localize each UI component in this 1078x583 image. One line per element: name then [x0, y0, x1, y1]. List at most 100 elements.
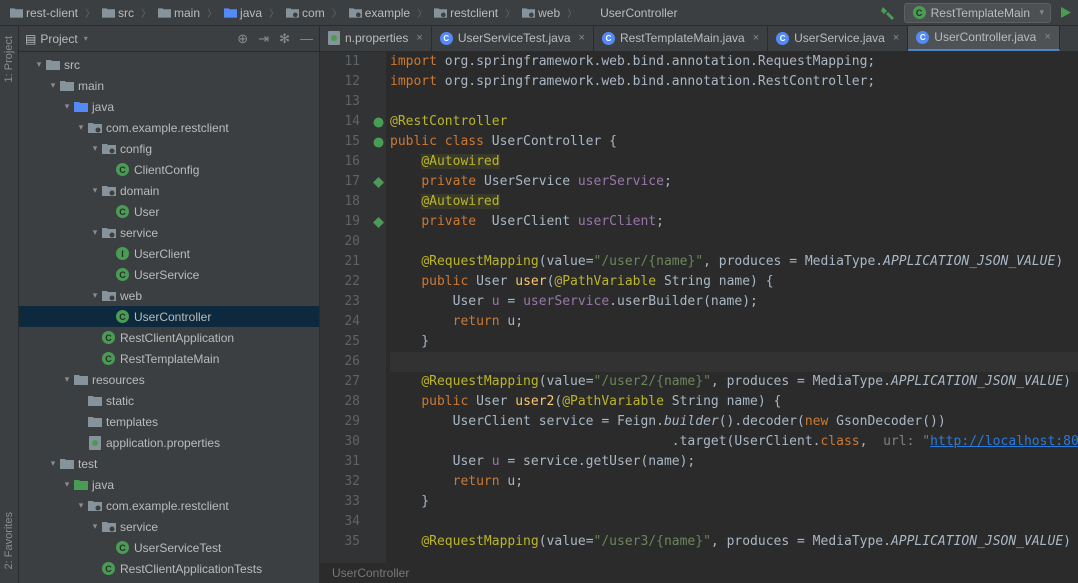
- code-line[interactable]: return u;: [390, 312, 1078, 332]
- tree-arrow-icon[interactable]: ▾: [33, 59, 45, 70]
- breadcrumb-class[interactable]: UserController: [332, 566, 409, 580]
- tree-node[interactable]: ▾main: [19, 75, 319, 96]
- tree-node[interactable]: ▾web: [19, 285, 319, 306]
- tree-node[interactable]: CRestClientApplicationTests: [19, 558, 319, 579]
- breadcrumb-item[interactable]: main: [154, 5, 204, 21]
- editor-tab[interactable]: CUserServiceTest.java×: [432, 26, 594, 51]
- code-editor[interactable]: 1112131415161718192021222324252627282930…: [320, 52, 1078, 583]
- breadcrumb-item[interactable]: java: [220, 5, 266, 21]
- code-line[interactable]: [390, 232, 1078, 252]
- gutter-mark[interactable]: [370, 172, 386, 192]
- tree-node[interactable]: CUserServiceTest: [19, 537, 319, 558]
- tree-arrow-icon[interactable]: ▾: [89, 185, 101, 196]
- tree-node[interactable]: ▾java: [19, 96, 319, 117]
- code-line[interactable]: @Autowired: [390, 152, 1078, 172]
- breadcrumb-item[interactable]: web: [518, 5, 564, 21]
- run-config-dropdown[interactable]: CRestTemplateMain: [904, 3, 1051, 23]
- tree-arrow-icon[interactable]: ▾: [89, 227, 101, 238]
- close-icon[interactable]: ×: [579, 32, 585, 44]
- locate-icon[interactable]: ⊕: [237, 31, 248, 47]
- tree-node[interactable]: CUserController: [19, 306, 319, 327]
- code-line[interactable]: @RestController: [390, 112, 1078, 132]
- tree-node[interactable]: CRestTemplateMain: [19, 348, 319, 369]
- code-line[interactable]: return u;: [390, 472, 1078, 492]
- code-line[interactable]: User u = userService.userBuilder(name);: [390, 292, 1078, 312]
- tree-node[interactable]: ▾service: [19, 222, 319, 243]
- tree-node[interactable]: CUser: [19, 201, 319, 222]
- code-line[interactable]: public User user2(@PathVariable String n…: [390, 392, 1078, 412]
- tree-node[interactable]: ▾service: [19, 516, 319, 537]
- tree-node[interactable]: ▾src: [19, 54, 319, 75]
- editor-tab[interactable]: CRestTemplateMain.java×: [594, 26, 768, 51]
- tree-node[interactable]: static: [19, 390, 319, 411]
- code-line[interactable]: import org.springframework.web.bind.anno…: [390, 72, 1078, 92]
- favorites-tool-tab[interactable]: 2: Favorites: [3, 506, 15, 575]
- tree-node[interactable]: ▾domain: [19, 180, 319, 201]
- tree-arrow-icon[interactable]: ▾: [75, 500, 87, 511]
- code-line[interactable]: private UserClient userClient;: [390, 212, 1078, 232]
- project-view-selector[interactable]: ▤ Project: [25, 32, 88, 46]
- breadcrumb-item[interactable]: src: [98, 5, 138, 21]
- project-tree[interactable]: ▾src▾main▾java▾com.example.restclient▾co…: [19, 52, 319, 583]
- code-line[interactable]: @Autowired: [390, 192, 1078, 212]
- tree-arrow-icon[interactable]: ▾: [75, 122, 87, 133]
- tree-node[interactable]: templates: [19, 411, 319, 432]
- tree-node[interactable]: ▾com.example.restclient: [19, 117, 319, 138]
- collapse-icon[interactable]: ⇥: [258, 31, 269, 47]
- tree-arrow-icon[interactable]: ▾: [61, 101, 73, 112]
- code-line[interactable]: private UserService userService;: [390, 172, 1078, 192]
- code-line[interactable]: @RequestMapping(value="/user2/{name}", p…: [390, 372, 1078, 392]
- tree-node[interactable]: CRestClientApplication: [19, 327, 319, 348]
- code-line[interactable]: @RequestMapping(value="/user/{name}", pr…: [390, 252, 1078, 272]
- code-line[interactable]: [390, 92, 1078, 112]
- tree-arrow-icon[interactable]: ▾: [89, 290, 101, 301]
- code-line[interactable]: [390, 352, 1078, 372]
- code-line[interactable]: }: [390, 492, 1078, 512]
- code-line[interactable]: UserClient service = Feign.builder().dec…: [390, 412, 1078, 432]
- close-icon[interactable]: ×: [416, 32, 422, 44]
- hide-icon[interactable]: —: [300, 31, 313, 47]
- tree-arrow-icon[interactable]: ▾: [47, 458, 59, 469]
- editor-tab[interactable]: CUserController.java×: [908, 26, 1059, 51]
- breadcrumb-item[interactable]: restclient: [430, 5, 502, 21]
- close-icon[interactable]: ×: [893, 32, 899, 44]
- editor-tab[interactable]: CUserService.java×: [768, 26, 908, 51]
- breadcrumb-item[interactable]: rest-client: [6, 5, 82, 21]
- tree-node[interactable]: ▾config: [19, 138, 319, 159]
- tree-arrow-icon[interactable]: ▾: [61, 374, 73, 385]
- editor-tab[interactable]: n.properties×: [320, 26, 432, 51]
- gutter-mark[interactable]: [370, 112, 386, 132]
- tree-node[interactable]: ▾resources: [19, 369, 319, 390]
- code-line[interactable]: .target(UserClient.class, url: "http://l…: [390, 432, 1078, 452]
- run-button[interactable]: [1059, 6, 1072, 19]
- project-tool-tab[interactable]: 1: Project: [3, 30, 15, 88]
- settings-icon[interactable]: ✻: [279, 31, 290, 47]
- code-content[interactable]: import org.springframework.web.bind.anno…: [386, 52, 1078, 583]
- tree-arrow-icon[interactable]: ▾: [47, 80, 59, 91]
- tree-arrow-icon[interactable]: ▾: [89, 521, 101, 532]
- tree-node[interactable]: application.properties: [19, 432, 319, 453]
- breadcrumb-item[interactable]: example: [345, 5, 414, 21]
- tree-node[interactable]: IUserClient: [19, 243, 319, 264]
- breadcrumb-item[interactable]: UserController: [580, 5, 681, 21]
- code-line[interactable]: import org.springframework.web.bind.anno…: [390, 52, 1078, 72]
- code-line[interactable]: public User user(@PathVariable String na…: [390, 272, 1078, 292]
- tree-arrow-icon[interactable]: ▾: [89, 143, 101, 154]
- code-line[interactable]: }: [390, 332, 1078, 352]
- breadcrumb-item[interactable]: com: [282, 5, 329, 21]
- tree-node[interactable]: ▾com.example.restclient: [19, 495, 319, 516]
- gutter-mark[interactable]: [370, 132, 386, 152]
- tree-node[interactable]: CUserService: [19, 264, 319, 285]
- gutter-mark[interactable]: [370, 212, 386, 232]
- code-line[interactable]: [390, 512, 1078, 532]
- tree-node[interactable]: ▾java: [19, 474, 319, 495]
- tree-node[interactable]: CClientConfig: [19, 159, 319, 180]
- close-icon[interactable]: ×: [753, 32, 759, 44]
- code-line[interactable]: public class UserController {: [390, 132, 1078, 152]
- build-icon[interactable]: [881, 5, 896, 20]
- code-line[interactable]: User u = service.getUser(name);: [390, 452, 1078, 472]
- tree-node[interactable]: ▾test: [19, 453, 319, 474]
- close-icon[interactable]: ×: [1044, 31, 1050, 43]
- tree-arrow-icon[interactable]: ▾: [61, 479, 73, 490]
- code-line[interactable]: @RequestMapping(value="/user3/{name}", p…: [390, 532, 1078, 552]
